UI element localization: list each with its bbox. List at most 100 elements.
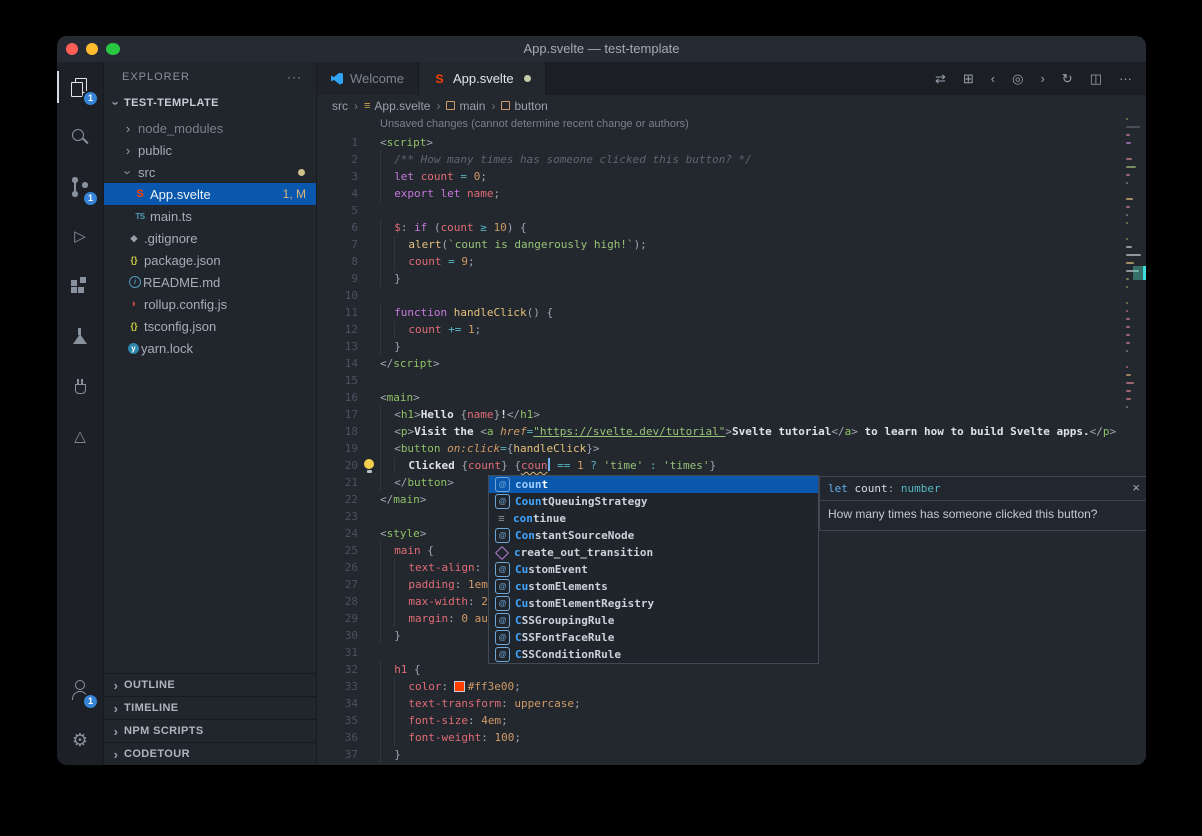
editor-content[interactable]: Unsaved changes (cannot determine recent… <box>317 116 1146 765</box>
code-line[interactable]: 19<button on:click={handleClick}> <box>317 440 1126 457</box>
code-line[interactable]: 3let count = 0; <box>317 168 1126 185</box>
activity-item-accounts[interactable]: 1 <box>57 665 103 715</box>
line-number[interactable]: 10 <box>317 287 358 304</box>
line-number[interactable]: 28 <box>317 593 358 610</box>
activity-item-run-debug[interactable]: ▷ <box>57 212 103 262</box>
color-swatch[interactable] <box>455 682 464 691</box>
gitlens-compare-icon[interactable]: ⇄ <box>935 71 946 87</box>
code-line[interactable]: 18<p>Visit the <a href="https://svelte.d… <box>317 423 1126 440</box>
line-number[interactable]: 25 <box>317 542 358 559</box>
code-line[interactable]: 35font-size: 4em; <box>317 712 1126 729</box>
code-line[interactable]: 10 <box>317 287 1126 304</box>
code-line[interactable]: 12count += 1; <box>317 321 1126 338</box>
code-line[interactable]: 1<script> <box>317 134 1126 151</box>
line-number[interactable]: 24 <box>317 525 358 542</box>
prev-change-icon[interactable]: ‹ <box>991 71 995 86</box>
line-number[interactable]: 26 <box>317 559 358 576</box>
file-README.md[interactable]: iREADME.md <box>104 271 316 293</box>
line-number[interactable]: 3 <box>317 168 358 185</box>
line-number[interactable]: 11 <box>317 304 358 321</box>
explorer-more-actions-icon[interactable]: ··· <box>287 70 302 84</box>
activity-item-source-control[interactable]: 1 <box>57 162 103 212</box>
line-number[interactable]: 15 <box>317 372 358 389</box>
panel-outline[interactable]: ›OUTLINE <box>104 673 316 696</box>
code-line[interactable]: 13} <box>317 338 1126 355</box>
line-number[interactable]: 9 <box>317 270 358 287</box>
line-number[interactable]: 1 <box>317 134 358 151</box>
breadcrumb-src[interactable]: src <box>332 99 348 113</box>
lightbulb-icon[interactable] <box>363 459 375 474</box>
line-number[interactable]: 33 <box>317 678 358 695</box>
close-icon[interactable]: × <box>1132 480 1140 495</box>
activity-item-codetour[interactable]: △ <box>57 412 103 462</box>
code-line[interactable]: 14</script> <box>317 355 1126 372</box>
tab-app-svelte[interactable]: SApp.svelte <box>419 62 546 95</box>
tab-welcome[interactable]: Welcome <box>317 62 419 95</box>
code-line[interactable]: 33color: #ff3e00; <box>317 678 1126 695</box>
gitlens-blame-icon[interactable]: ◎ <box>1012 71 1023 87</box>
code-line[interactable]: 17<h1>Hello {name}!</h1> <box>317 406 1126 423</box>
activity-item-remote[interactable] <box>57 362 103 412</box>
line-number[interactable]: 30 <box>317 627 358 644</box>
line-number[interactable]: 36 <box>317 729 358 746</box>
file-package.json[interactable]: {}package.json <box>104 249 316 271</box>
line-number[interactable]: 17 <box>317 406 358 423</box>
suggestion-count[interactable]: @count <box>489 476 818 493</box>
line-number[interactable]: 35 <box>317 712 358 729</box>
suggestion-CustomElementRegistry[interactable]: @CustomElementRegistry <box>489 595 818 612</box>
file-rollup.config.js[interactable]: ◗rollup.config.js <box>104 293 316 315</box>
code-line[interactable]: 20Clicked {count} {coun == 1 ? 'time' : … <box>317 457 1126 474</box>
breadcrumb-button[interactable]: button <box>501 99 547 113</box>
code-line[interactable]: 16<main> <box>317 389 1126 406</box>
breadcrumb-app-svelte[interactable]: ≡App.svelte <box>364 99 430 113</box>
code-line[interactable]: 4export let name; <box>317 185 1126 202</box>
file-tsconfig.json[interactable]: {}tsconfig.json <box>104 315 316 337</box>
line-number[interactable]: 16 <box>317 389 358 406</box>
line-number[interactable]: 19 <box>317 440 358 457</box>
code-line[interactable]: 11function handleClick() { <box>317 304 1126 321</box>
suggestion-customElements[interactable]: @customElements <box>489 578 818 595</box>
code-line[interactable]: 2/** How many times has someone clicked … <box>317 151 1126 168</box>
line-number[interactable]: 34 <box>317 695 358 712</box>
code-line[interactable]: 7alert(`count is dangerously high!`); <box>317 236 1126 253</box>
suggestion-CSSConditionRule[interactable]: @CSSConditionRule <box>489 646 818 663</box>
line-number[interactable]: 27 <box>317 576 358 593</box>
code-line[interactable]: 36font-weight: 100; <box>317 729 1126 746</box>
file-.gitignore[interactable]: ◆.gitignore <box>104 227 316 249</box>
code-line[interactable]: 9} <box>317 270 1126 287</box>
suggestion-continue[interactable]: ≡continue <box>489 510 818 527</box>
suggestion-ConstantSourceNode[interactable]: @ConstantSourceNode <box>489 527 818 544</box>
line-number[interactable]: 12 <box>317 321 358 338</box>
more-actions-icon[interactable]: ··· <box>1119 71 1132 86</box>
line-number[interactable]: 18 <box>317 423 358 440</box>
suggestion-create_out_transition[interactable]: create_out_transition <box>489 544 818 561</box>
split-editor-icon[interactable]: ◫ <box>1090 71 1102 87</box>
line-number[interactable]: 5 <box>317 202 358 219</box>
code-line[interactable]: 34text-transform: uppercase; <box>317 695 1126 712</box>
panel-codetour[interactable]: ›CODETOUR <box>104 742 316 765</box>
file-main.ts[interactable]: TSmain.ts <box>104 205 316 227</box>
line-number[interactable]: 32 <box>317 661 358 678</box>
line-number[interactable]: 23 <box>317 508 358 525</box>
activity-item-search[interactable] <box>57 112 103 162</box>
next-change-icon[interactable]: › <box>1040 71 1044 86</box>
activity-item-settings[interactable]: ⚙ <box>57 715 103 765</box>
panel-timeline[interactable]: ›TIMELINE <box>104 696 316 719</box>
panel-npm-scripts[interactable]: ›NPM SCRIPTS <box>104 719 316 742</box>
line-number[interactable]: 31 <box>317 644 358 661</box>
file-App.svelte[interactable]: SApp.svelte1, M <box>104 183 316 205</box>
section-test-template[interactable]: › TEST-TEMPLATE <box>104 92 316 114</box>
activity-item-explorer[interactable]: 1 <box>57 62 103 112</box>
line-number[interactable]: 7 <box>317 236 358 253</box>
line-number[interactable]: 21 <box>317 474 358 491</box>
line-number[interactable]: 22 <box>317 491 358 508</box>
code-line[interactable]: 5 <box>317 202 1126 219</box>
folder-src[interactable]: ›src <box>104 161 316 183</box>
code-line[interactable]: 15 <box>317 372 1126 389</box>
line-number[interactable]: 2 <box>317 151 358 168</box>
suggestion-CustomEvent[interactable]: @CustomEvent <box>489 561 818 578</box>
code-area[interactable]: Unsaved changes (cannot determine recent… <box>317 116 1126 765</box>
suggestion-CSSGroupingRule[interactable]: @CSSGroupingRule <box>489 612 818 629</box>
open-changes-icon[interactable]: ⊞ <box>963 71 974 87</box>
line-number[interactable]: 6 <box>317 219 358 236</box>
